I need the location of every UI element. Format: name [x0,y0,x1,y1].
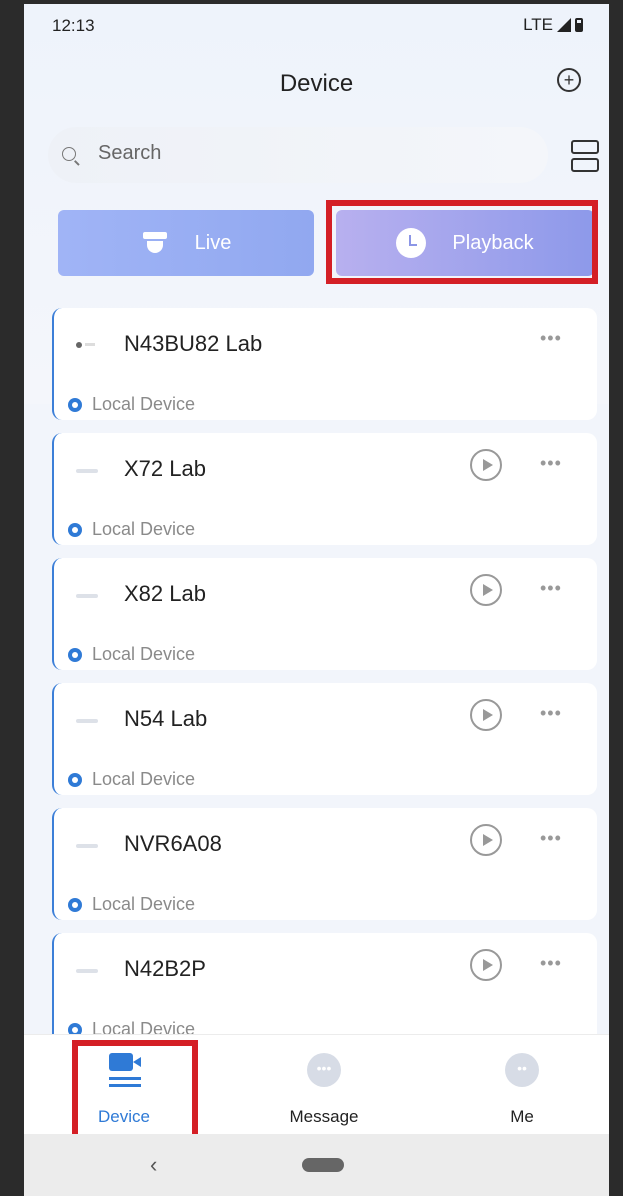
local-device-icon [68,897,82,912]
network-type: LTE [523,15,553,34]
device-type: Local Device [68,769,195,790]
plus-icon: + [563,70,575,90]
live-label: Live [194,231,232,254]
device-name: N54 Lab [124,706,208,731]
message-icon: ••• [307,1053,341,1087]
recorder-icon [76,719,98,723]
local-device-icon [68,647,82,662]
play-icon[interactable] [470,699,502,731]
play-icon[interactable] [470,449,502,481]
signal-icon [557,18,571,32]
tab-me-label: Me [510,1107,534,1126]
local-device-icon [68,522,82,537]
device-card[interactable]: N42B2P ••• Local Device [52,933,597,1045]
device-name: N42B2P [124,956,206,981]
home-pill-icon[interactable] [302,1158,344,1172]
device-card[interactable]: N43BU82 Lab ••• Local Device [52,308,597,420]
phone-screen: 12:13 LTE Device + Search Live Playback … [24,4,609,1196]
device-name: N43BU82 Lab [124,331,263,356]
device-type-label: Local Device [92,394,196,414]
more-icon[interactable]: ••• [540,578,562,599]
status-bar: 12:13 LTE [24,4,609,48]
recorder-icon [76,969,98,973]
play-icon[interactable] [470,574,502,606]
device-type-label: Local Device [92,519,196,539]
device-type: Local Device [68,394,195,415]
profile-icon: •• [505,1053,539,1087]
view-toggle-icon[interactable] [571,140,599,172]
add-device-button[interactable]: + [557,68,581,92]
recorder-icon [76,594,98,598]
back-icon[interactable]: ‹ [150,1152,157,1178]
device-card[interactable]: N54 Lab ••• Local Device [52,683,597,795]
playback-highlight-box [326,200,598,284]
local-device-icon [68,397,82,412]
recorder-icon [76,844,98,848]
device-name: NVR6A08 [124,831,222,856]
device-name: X72 Lab [124,456,206,481]
tab-me[interactable]: •• Me [452,1035,592,1135]
status-time: 12:13 [52,16,95,35]
more-icon[interactable]: ••• [540,953,562,974]
play-icon[interactable] [470,949,502,981]
more-icon[interactable]: ••• [540,703,562,724]
device-name: X82 Lab [124,581,206,606]
device-list: N43BU82 Lab ••• Local Device X72 Lab •••… [52,308,597,1058]
more-icon[interactable]: ••• [540,453,562,474]
local-device-icon [68,772,82,787]
device-type-label: Local Device [92,644,196,664]
device-card[interactable]: X72 Lab ••• Local Device [52,433,597,545]
device-type-label: Local Device [92,894,196,914]
device-type-label: Local Device [92,769,196,789]
device-type: Local Device [68,644,195,665]
tab-message-label: Message [289,1107,359,1126]
camera-icon [76,342,98,348]
more-icon[interactable]: ••• [540,328,562,349]
status-indicators: LTE [523,15,583,35]
device-card[interactable]: X82 Lab ••• Local Device [52,558,597,670]
device-type: Local Device [68,894,195,915]
more-icon[interactable]: ••• [540,828,562,849]
search-icon [62,147,76,161]
page-title: Device [279,70,354,97]
device-card[interactable]: NVR6A08 ••• Local Device [52,808,597,920]
system-nav-bar: ‹ [24,1134,609,1196]
play-icon[interactable] [470,824,502,856]
search-input[interactable]: Search [98,142,161,165]
live-button[interactable]: Live [58,210,314,276]
tab-message[interactable]: ••• Message [254,1035,394,1135]
title-bar: Device + [24,62,609,108]
recorder-icon [76,469,98,473]
device-tab-highlight-box [72,1040,198,1140]
device-type: Local Device [68,519,195,540]
battery-icon [575,18,583,32]
search-bar[interactable]: Search [48,127,548,183]
dome-camera-icon [141,232,169,254]
